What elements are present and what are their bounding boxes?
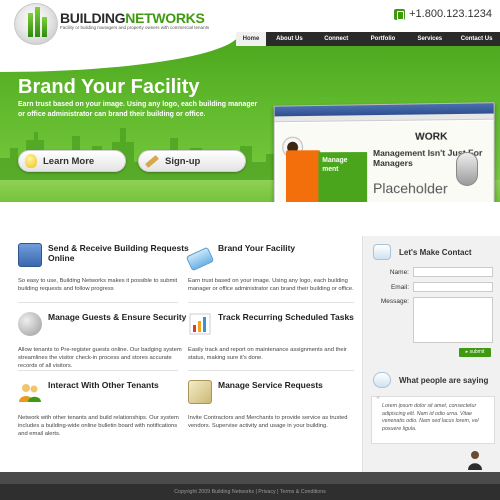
message-label: Message: [380, 298, 409, 305]
name-label: Name: [389, 269, 409, 276]
pencil-icon [145, 154, 159, 168]
computer-mouse-icon [456, 152, 478, 186]
testimonial-quote: “ Lorem ipsum dolor sit amet, consectetu… [371, 396, 495, 444]
hero-banner: Brand Your Facility Earn trust based on … [0, 32, 500, 202]
address-book-icon [18, 243, 42, 267]
people-icon [19, 384, 41, 402]
page: Brand Your Facility Earn trust based on … [0, 0, 500, 500]
name-field[interactable] [413, 267, 493, 277]
feature-text: Earn trust based on your image. Using an… [188, 278, 354, 292]
feature-text: Allow tenants to Pre-register guests onl… [18, 347, 182, 369]
footer-band [0, 472, 500, 484]
key-icon [18, 312, 42, 336]
logo-text-part2: NETWORKS [125, 10, 205, 26]
lightbulb-icon [25, 154, 37, 168]
testimonial-text: Lorem ipsum dolor sit amet, consectetur … [382, 403, 479, 432]
nav-connect[interactable]: Connect [313, 32, 360, 46]
mail-icon [373, 244, 391, 260]
learn-more-label: Learn More [43, 155, 95, 167]
nav-about-us[interactable]: About Us [266, 32, 313, 46]
signup-label: Sign-up [165, 155, 201, 167]
feature-text: Easily track and report on maintenance a… [188, 347, 347, 361]
divider [18, 302, 178, 303]
logo-bar [28, 13, 33, 37]
feature-title: Manage Guests & Ensure Security [48, 312, 187, 322]
feature-title: Interact With Other Tenants [48, 380, 159, 390]
feature-title: Brand Your Facility [218, 243, 296, 253]
divider [188, 370, 354, 371]
feature-title: Manage Service Requests [218, 380, 323, 390]
signup-button[interactable]: Sign-up [138, 150, 246, 172]
person-icon [468, 451, 482, 470]
preview-placeholder: Placeholder [373, 179, 448, 197]
main-nav: Home About Us Connect Portfolio Services… [236, 32, 500, 46]
notepad-icon [188, 380, 212, 404]
contact-title: Let's Make Contact [399, 248, 472, 257]
nav-contact-us[interactable]: Contact Us [453, 32, 500, 46]
preview-green-panel: Manage ment [318, 152, 368, 202]
sidebar: Let's Make Contact Name: Email: Message:… [362, 236, 500, 472]
hero-title: Brand Your Facility [18, 76, 200, 98]
quote-mark-icon: “ [376, 395, 380, 406]
hero-text: Earn trust based on your image. Using an… [18, 101, 258, 118]
message-field[interactable] [413, 297, 493, 343]
preview-work-label: WORK [415, 131, 448, 143]
feature-title: Send & Receive Building Requests Online [48, 243, 189, 263]
feature-text: Invite Contractors and Merchants to prov… [188, 415, 348, 429]
logo-icon [14, 3, 58, 45]
submit-button[interactable]: ▸ submit [459, 348, 491, 357]
nav-home[interactable]: Home [236, 32, 266, 46]
bar-chart-icon [189, 313, 211, 335]
learn-more-button[interactable]: Learn More [18, 150, 126, 172]
header: BUILDINGNETWORKS Facility or building ma… [0, 0, 500, 45]
feature-title: Track Recurring Scheduled Tasks [218, 312, 354, 322]
phone-number: +1.800.123.1234 [394, 8, 492, 20]
speech-bubble-icon [373, 372, 391, 388]
footer: Copyright 2009 Building Networks | Priva… [0, 484, 500, 500]
divider [18, 370, 178, 371]
phone-icon [394, 8, 406, 20]
preview-orange-panel [285, 150, 321, 202]
logo-text[interactable]: BUILDINGNETWORKS [60, 10, 205, 26]
nav-services[interactable]: Services [406, 32, 453, 46]
feature-text: Network with other tenants and build rel… [18, 415, 179, 437]
email-field[interactable] [413, 282, 493, 292]
logo-bar [42, 17, 47, 37]
testimonials-title: What people are saying [399, 376, 489, 385]
divider [188, 302, 354, 303]
feature-text: So easy to use, Building Networks makes … [18, 278, 178, 292]
phone-text: +1.800.123.1234 [409, 8, 492, 20]
nav-portfolio[interactable]: Portfolio [360, 32, 407, 46]
logo-text-part1: BUILDING [60, 10, 126, 26]
logo-bar [35, 7, 40, 37]
email-label: Email: [390, 284, 409, 291]
logo-tagline: Facility or building managers and proper… [60, 25, 210, 30]
